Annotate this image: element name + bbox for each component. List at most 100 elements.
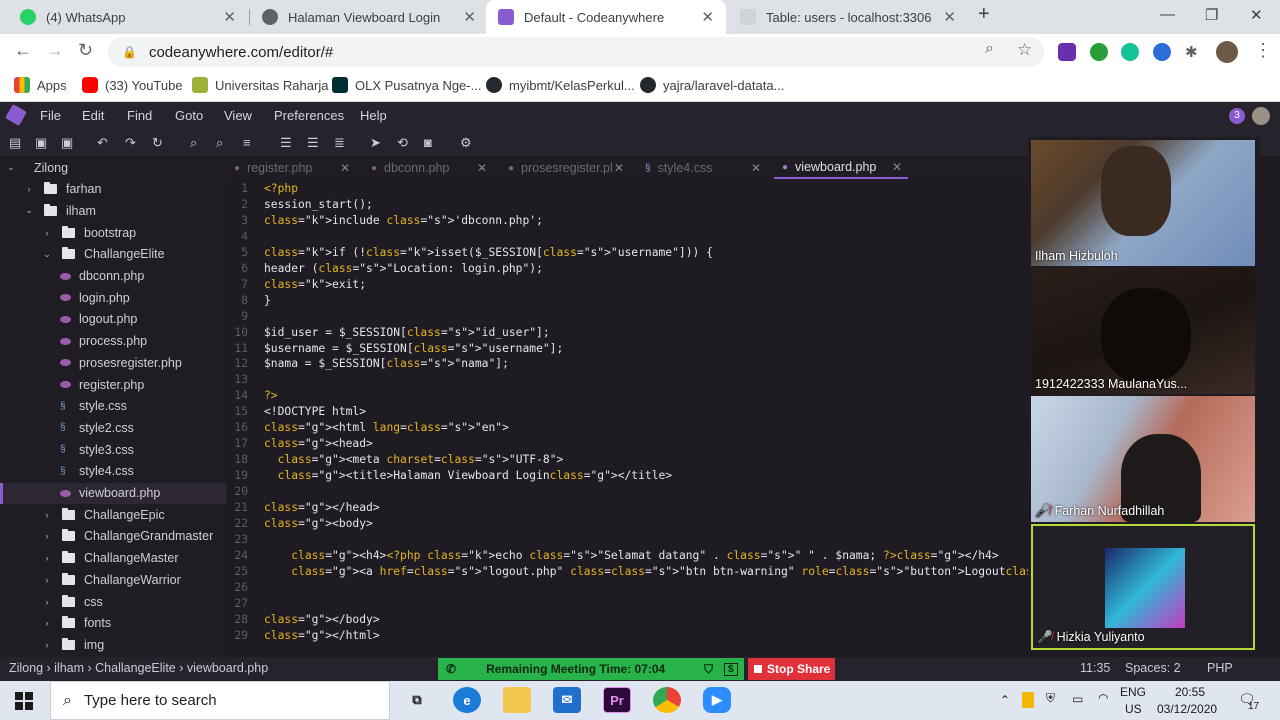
- address-bar[interactable]: 🔒 codeanywhere.com/editor/#: [108, 37, 1044, 67]
- close-icon[interactable]: ✕: [477, 161, 487, 175]
- chevron-right-icon[interactable]: ›: [42, 618, 52, 628]
- close-icon[interactable]: ✕: [943, 8, 956, 26]
- tree-file[interactable]: viewboard.php: [0, 482, 226, 504]
- menu-file[interactable]: File: [40, 108, 61, 123]
- window-close-button[interactable]: ✕: [1250, 6, 1263, 24]
- chevron-right-icon[interactable]: ›: [42, 597, 52, 607]
- tree-file[interactable]: process.php: [0, 331, 226, 352]
- code-line[interactable]: ?>: [264, 389, 278, 402]
- tree-folder[interactable]: › farhan: [0, 179, 226, 200]
- settings-gear-icon[interactable]: ⚙: [460, 135, 472, 151]
- tree-folder[interactable]: ⌄ ChallangeElite: [0, 244, 226, 265]
- new-tab-button[interactable]: +: [978, 3, 990, 26]
- close-icon[interactable]: ✕: [223, 8, 236, 26]
- language-indicator-top[interactable]: ENG: [1120, 685, 1146, 699]
- chevron-right-icon[interactable]: ›: [42, 575, 52, 585]
- code-line[interactable]: class="g"></body>: [264, 613, 380, 626]
- tree-folder[interactable]: › ChallangeWarrior: [0, 569, 226, 590]
- indent-icon[interactable]: ☰: [280, 135, 292, 151]
- mail-icon[interactable]: ✉: [553, 687, 581, 713]
- code-line[interactable]: }: [264, 294, 271, 307]
- chevron-down-icon[interactable]: ⌄: [24, 205, 34, 216]
- chevron-down-icon[interactable]: ⌄: [42, 249, 52, 260]
- menu-preferences[interactable]: Preferences: [274, 108, 344, 123]
- extension-globe-icon[interactable]: [1090, 43, 1108, 61]
- close-icon[interactable]: ✕: [340, 161, 350, 175]
- kebab-menu-icon[interactable]: ⋮: [1254, 40, 1272, 61]
- video-tile[interactable]: 🎤̸ Farhan Nurfadhillah: [1031, 396, 1255, 522]
- code-line[interactable]: $nama = $_SESSION[class="s">"nama"];: [264, 357, 509, 370]
- file-explorer-icon[interactable]: [503, 687, 531, 713]
- save-icon[interactable]: ▣: [35, 135, 47, 151]
- code-line[interactable]: class="g"><title>Halaman Viewboard Login…: [264, 469, 673, 482]
- chevron-right-icon[interactable]: ›: [42, 228, 52, 238]
- video-tile[interactable]: 1912422333 MaulanaYus...: [1031, 268, 1255, 394]
- code-line[interactable]: $username = $_SESSION[class="s">"usernam…: [264, 342, 563, 355]
- editor-tab-style4[interactable]: § style4.css ✕: [637, 157, 767, 179]
- tray-app-icon[interactable]: [1022, 692, 1034, 708]
- run-icon[interactable]: ➤: [370, 135, 381, 151]
- zoom-icon[interactable]: ⌕: [985, 40, 994, 58]
- forward-icon[interactable]: →: [46, 40, 64, 61]
- star-icon[interactable]: ☆: [1017, 40, 1032, 60]
- bookmark-apps[interactable]: Apps: [14, 77, 67, 93]
- search-replace-icon[interactable]: ⌕: [216, 135, 223, 151]
- maximize-button[interactable]: ❐: [1205, 6, 1218, 24]
- language-mode[interactable]: PHP: [1207, 661, 1233, 675]
- back-icon[interactable]: ←: [14, 40, 32, 61]
- bookmark-youtube[interactable]: (33) YouTube: [82, 77, 183, 93]
- user-avatar[interactable]: [1252, 107, 1270, 125]
- menu-find[interactable]: Find: [127, 108, 152, 123]
- minimize-button[interactable]: —: [1160, 6, 1175, 23]
- tree-folder[interactable]: › ChallangeMaster: [0, 548, 226, 569]
- editor-tab-dbconn[interactable]: ● dbconn.php ✕: [363, 157, 493, 179]
- menu-edit[interactable]: Edit: [82, 108, 104, 123]
- clock-time[interactable]: 20:55: [1175, 685, 1205, 699]
- tree-file[interactable]: § style3.css: [0, 439, 226, 460]
- avatar[interactable]: [1216, 41, 1238, 63]
- code-line[interactable]: class="g"><a href=class="s">"logout.php"…: [264, 565, 1028, 578]
- language-indicator-bottom[interactable]: US: [1125, 702, 1142, 716]
- grammarly-icon[interactable]: [1121, 43, 1139, 61]
- puzzle-icon[interactable]: ✱: [1185, 43, 1203, 61]
- bookmark-raharja[interactable]: Universitas Raharja: [192, 77, 328, 93]
- cursor-position[interactable]: 11:35: [1080, 661, 1110, 675]
- browser-tab-adminer[interactable]: Table: users - localhost:3306 - Ad ✕: [728, 0, 968, 34]
- wrap-icon[interactable]: ≡: [243, 135, 251, 150]
- code-line[interactable]: class="g"></html>: [264, 629, 380, 642]
- menu-help[interactable]: Help: [360, 108, 387, 123]
- chrome-icon[interactable]: [653, 687, 681, 713]
- breadcrumb[interactable]: Zilong › ilham › ChallangeElite › viewbo…: [9, 661, 268, 675]
- tree-file[interactable]: § style2.css: [0, 417, 226, 438]
- bookmark-github-myibmt[interactable]: myibmt/KelasPerkul...: [486, 77, 635, 93]
- tree-file[interactable]: dbconn.php: [0, 266, 226, 287]
- chevron-right-icon[interactable]: ›: [42, 510, 52, 520]
- refresh-icon[interactable]: ↻: [152, 135, 163, 151]
- windows-start-icon[interactable]: [15, 692, 33, 710]
- tree-file[interactable]: logout.php: [0, 309, 226, 330]
- outdent-icon[interactable]: ☰: [307, 135, 319, 151]
- task-view-icon[interactable]: ⧉: [403, 687, 431, 713]
- browser-tab-whatsapp[interactable]: (4) WhatsApp ✕: [8, 0, 248, 34]
- reload-icon[interactable]: ↻: [78, 40, 93, 61]
- tree-folder[interactable]: ⌄ ilham: [0, 200, 226, 221]
- tree-folder[interactable]: ⌄ Zilong: [0, 157, 226, 178]
- notification-badge[interactable]: 3: [1229, 108, 1245, 124]
- zoom-icon[interactable]: ▶: [703, 687, 731, 713]
- tree-folder[interactable]: › css: [0, 591, 226, 612]
- code-line[interactable]: class="g"><meta charset=class="s">"UTF-8…: [264, 453, 564, 466]
- video-tile-active-speaker[interactable]: 🎤̸ Hizkia Yuliyanto: [1031, 524, 1255, 650]
- close-icon[interactable]: ✕: [701, 8, 714, 26]
- close-icon[interactable]: ✕: [892, 160, 902, 174]
- tree-folder[interactable]: › img: [0, 634, 226, 655]
- clock-date[interactable]: 03/12/2020: [1157, 702, 1217, 716]
- editor-tab-register[interactable]: ● register.php ✕: [226, 157, 356, 179]
- close-icon[interactable]: ✕: [463, 8, 476, 26]
- history-icon[interactable]: ⟲: [397, 135, 408, 151]
- browser-tab-viewboard[interactable]: Halaman Viewboard Login ✕: [250, 0, 488, 34]
- indent-setting[interactable]: Spaces: 2: [1125, 661, 1181, 675]
- tree-folder[interactable]: › bootstrap: [0, 222, 226, 243]
- code-line[interactable]: class="g"><head>: [264, 437, 373, 450]
- chevron-right-icon[interactable]: ›: [24, 184, 34, 194]
- search-icon[interactable]: ⌕: [190, 135, 197, 151]
